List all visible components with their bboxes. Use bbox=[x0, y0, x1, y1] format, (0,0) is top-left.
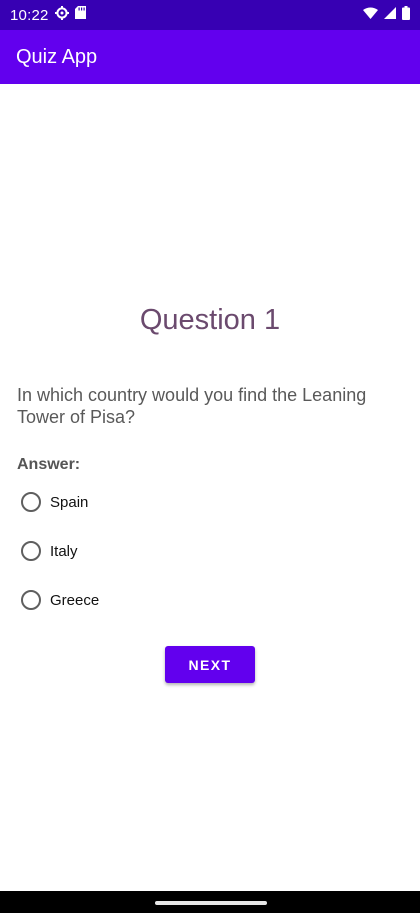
radio-button-icon[interactable] bbox=[21, 590, 41, 610]
home-handle[interactable] bbox=[155, 901, 267, 905]
settings-icon bbox=[54, 5, 69, 25]
battery-icon bbox=[402, 5, 410, 25]
navigation-bar bbox=[0, 891, 420, 913]
option-spain[interactable]: Spain bbox=[21, 490, 88, 514]
app-title: Quiz App bbox=[16, 45, 98, 68]
next-button[interactable]: NEXT bbox=[165, 646, 255, 683]
option-italy[interactable]: Italy bbox=[21, 539, 78, 563]
option-label: Greece bbox=[50, 591, 100, 609]
option-label: Italy bbox=[50, 542, 78, 560]
radio-button-icon[interactable] bbox=[21, 541, 41, 561]
status-time: 10:22 bbox=[10, 6, 49, 24]
status-right-icons bbox=[363, 5, 410, 25]
radio-button-icon[interactable] bbox=[21, 492, 41, 512]
signal-icon bbox=[384, 6, 396, 24]
sd-card-icon bbox=[74, 6, 86, 24]
status-left-icons bbox=[54, 5, 86, 25]
question-title: Question 1 bbox=[139, 304, 281, 336]
wifi-icon bbox=[363, 6, 378, 24]
app-bar: Quiz App bbox=[0, 30, 420, 84]
status-bar: 10:22 bbox=[0, 0, 420, 30]
question-text: In which country would you find the Lean… bbox=[17, 385, 367, 427]
option-greece[interactable]: Greece bbox=[21, 588, 99, 612]
answer-label: Answer: bbox=[17, 456, 81, 473]
option-label: Spain bbox=[50, 493, 89, 511]
